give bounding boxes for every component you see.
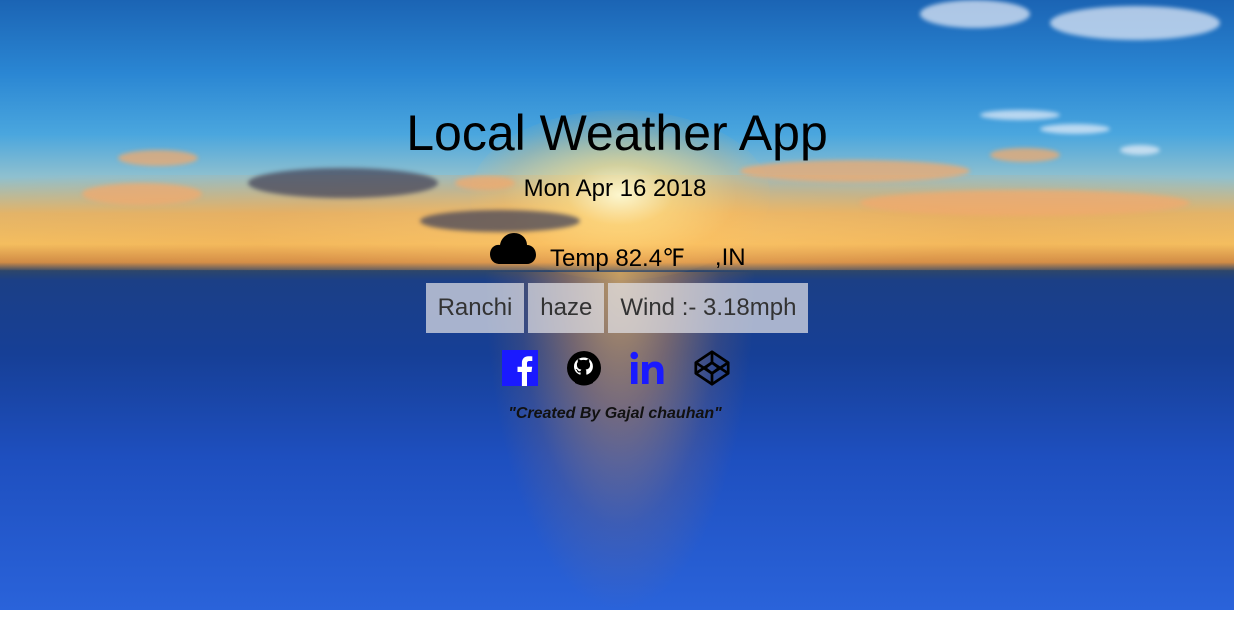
country-code: ,IN [714,244,746,271]
weather-card: Local Weather App Mon Apr 16 2018 Temp 8… [0,0,1234,610]
city-badge: Ranchi [425,283,525,333]
temperature-value: Temp 82.4℉ [550,244,685,272]
weather-details: Ranchi haze Wind :- 3.18mph [0,283,1234,333]
social-links [502,350,730,386]
codepen-icon[interactable] [694,350,730,386]
github-icon[interactable] [566,350,602,386]
temperature-row: Temp 82.4℉ ,IN [490,228,746,278]
facebook-icon[interactable] [502,350,538,386]
current-date: Mon Apr 16 2018 [523,175,707,202]
wind-badge: Wind :- 3.18mph [608,283,809,333]
cloud-icon [490,233,536,264]
author-credit: "Created By Gajal chauhan" [508,405,722,422]
linkedin-icon[interactable] [630,350,666,386]
app-title: Local Weather App [406,105,828,161]
condition-badge: haze [528,283,605,333]
